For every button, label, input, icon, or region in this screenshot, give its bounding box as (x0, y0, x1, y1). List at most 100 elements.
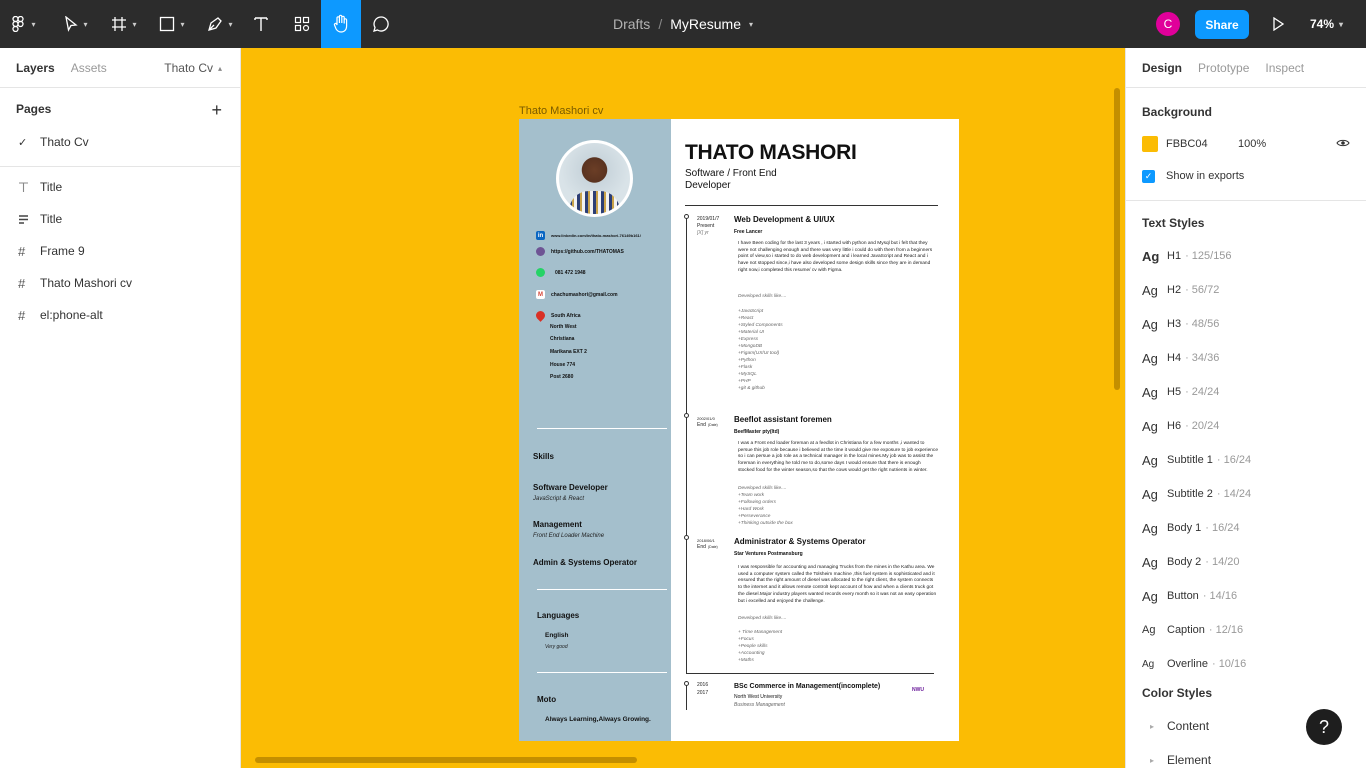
text-tool[interactable] (246, 0, 276, 48)
text-style-name: H5 (1167, 386, 1182, 398)
color-style-group[interactable]: ▸ Element (1142, 743, 1366, 777)
color-style-group-label: Content (1167, 719, 1210, 733)
bg-hex-input[interactable]: FBBC04 (1166, 138, 1238, 150)
job-company: Free Lancer (734, 229, 763, 235)
language-level: Very good (545, 644, 568, 650)
checkbox-checked-icon[interactable]: ✓ (1142, 169, 1155, 183)
color-styles-heading: Color Styles (1142, 686, 1213, 700)
layer-label: Thato Mashori cv (40, 276, 133, 290)
shape-tool-icon (160, 16, 175, 32)
text-style-item[interactable]: Ag Caption · 12/16 (1142, 613, 1366, 647)
text-style-name: Body 2 (1167, 556, 1202, 568)
add-page-icon[interactable]: + (211, 100, 222, 121)
hand-tool[interactable] (321, 0, 361, 48)
layer-label: Title (40, 212, 63, 226)
github-icon (536, 247, 545, 256)
layer-item[interactable]: Title (0, 203, 240, 235)
resume-sidebar: in www.linkedin.com/in/thato-mashori-761… (519, 119, 671, 741)
text-style-item[interactable]: Ag Subtitle 1 · 16/24 (1142, 443, 1366, 477)
page-item[interactable]: ✓ Thato Cv (0, 128, 240, 156)
text-style-name: Caption (1167, 624, 1205, 636)
horizontal-scrollbar[interactable] (255, 757, 637, 763)
show-in-exports-row[interactable]: ✓ Show in exports (1142, 160, 1366, 192)
divider (1126, 200, 1366, 201)
text-style-item[interactable]: Ag H4 · 34/36 (1142, 341, 1366, 375)
chevron-down-icon[interactable]: ▾ (749, 20, 753, 29)
bg-opacity-input[interactable]: 100% (1238, 138, 1266, 150)
avatar[interactable]: C (1156, 12, 1180, 36)
toolbar: ▾ ▾ ▾ ▾ ▾ Drafts / MyResume ▾ C Share 74… (0, 0, 1366, 48)
text-style-item[interactable]: Ag H2 · 56/72 (1142, 273, 1366, 307)
text-tool-icon (254, 17, 268, 31)
job-date: 2002/01/0 (697, 416, 715, 421)
layer-label: Frame 9 (40, 244, 85, 258)
share-button[interactable]: Share (1195, 10, 1249, 39)
text-style-item[interactable]: Ag H5 · 24/24 (1142, 375, 1366, 409)
frame-label[interactable]: Thato Mashori cv (519, 105, 603, 117)
zoom-menu[interactable]: 74% ▾ (1310, 0, 1343, 48)
text-style-meta: · 24/24 (1185, 386, 1220, 398)
frame-tool[interactable]: ▾ (104, 0, 144, 48)
text-style-item[interactable]: Ag H6 · 20/24 (1142, 409, 1366, 443)
move-tool[interactable]: ▾ (56, 0, 96, 48)
resume-main: THATO MASHORI Software / Front End Devel… (671, 119, 959, 741)
zoom-level: 74% (1310, 17, 1335, 31)
text-style-item[interactable]: Ag Button · 14/16 (1142, 579, 1366, 613)
text-style-item[interactable]: Ag Body 1 · 16/24 (1142, 511, 1366, 545)
tab-inspect[interactable]: Inspect (1265, 61, 1304, 75)
address-line: House 774 (550, 362, 576, 368)
layer-item[interactable]: # Thato Mashori cv (0, 267, 240, 299)
figma-menu-button[interactable]: ▾ (0, 0, 48, 48)
text-icon (18, 181, 40, 193)
pages-title: Pages (16, 102, 52, 116)
job-title: Administrator & Systems Operator (734, 537, 866, 546)
resources-tool[interactable] (286, 0, 318, 48)
breadcrumb-separator: / (658, 16, 663, 32)
comment-tool[interactable] (366, 0, 396, 48)
text-style-meta: · 16/24 (1216, 454, 1252, 466)
pen-tool[interactable]: ▾ (200, 0, 240, 48)
hand-tool-icon (333, 14, 348, 33)
present-button[interactable] (1266, 12, 1290, 36)
eye-icon[interactable] (1336, 138, 1350, 151)
tab-layers[interactable]: Layers (16, 61, 55, 75)
tab-prototype[interactable]: Prototype (1198, 61, 1249, 75)
comment-tool-icon (373, 16, 389, 32)
background-section: Background FBBC04 100% ✓ Show in exports (1126, 88, 1366, 192)
pages-header: Pages + (0, 90, 240, 128)
text-style-name: H3 (1167, 318, 1182, 330)
text-style-icon: Ag (1142, 624, 1156, 636)
color-swatch[interactable] (1142, 136, 1158, 152)
timeline-dot (684, 214, 689, 219)
layer-item[interactable]: # el:phone-alt (0, 299, 240, 331)
text-style-item[interactable]: Ag Body 2 · 14/20 (1142, 545, 1366, 579)
vertical-scrollbar[interactable] (1114, 88, 1120, 390)
tab-assets[interactable]: Assets (71, 61, 107, 75)
shape-tool[interactable]: ▾ (152, 0, 192, 48)
text-style-item[interactable]: Ag H1 · 125/156 (1142, 239, 1366, 273)
file-name[interactable]: MyResume (670, 16, 741, 32)
page-item-label: Thato Cv (40, 135, 89, 149)
text-style-item[interactable]: Ag Subtitle 2 · 14/24 (1142, 477, 1366, 511)
text-style-meta: · 14/16 (1202, 590, 1238, 602)
breadcrumb-drafts[interactable]: Drafts (613, 16, 650, 32)
job-skills-title: Developed skills like.... (738, 616, 787, 621)
location-icon (534, 309, 547, 322)
contact-text: www.linkedin.com/in/thato-mashori-76149b… (551, 233, 641, 238)
page-selector[interactable]: Thato Cv ▴ (164, 48, 222, 88)
edu-school: North West University (734, 694, 783, 700)
text-style-item[interactable]: Ag Overline · 10/16 (1142, 647, 1366, 681)
frame-tool-icon (112, 17, 127, 31)
job-skills-list: +Team work +Following orders +Hard Work … (738, 493, 793, 526)
text-style-icon: Ag (1142, 282, 1158, 298)
help-button[interactable]: ? (1306, 709, 1342, 745)
layer-item[interactable]: # Frame 9 (0, 235, 240, 267)
address-line: North West (550, 324, 577, 330)
text-style-item[interactable]: Ag H3 · 48/56 (1142, 307, 1366, 341)
layer-item[interactable]: Title (0, 171, 240, 203)
canvas[interactable]: Thato Mashori cv in www.linkedin.com/in/… (241, 48, 1125, 768)
tab-design[interactable]: Design (1142, 61, 1182, 75)
resume-frame[interactable]: in www.linkedin.com/in/thato-mashori-761… (519, 119, 959, 741)
text-style-name: H4 (1167, 352, 1182, 364)
layer-label: el:phone-alt (40, 308, 103, 322)
